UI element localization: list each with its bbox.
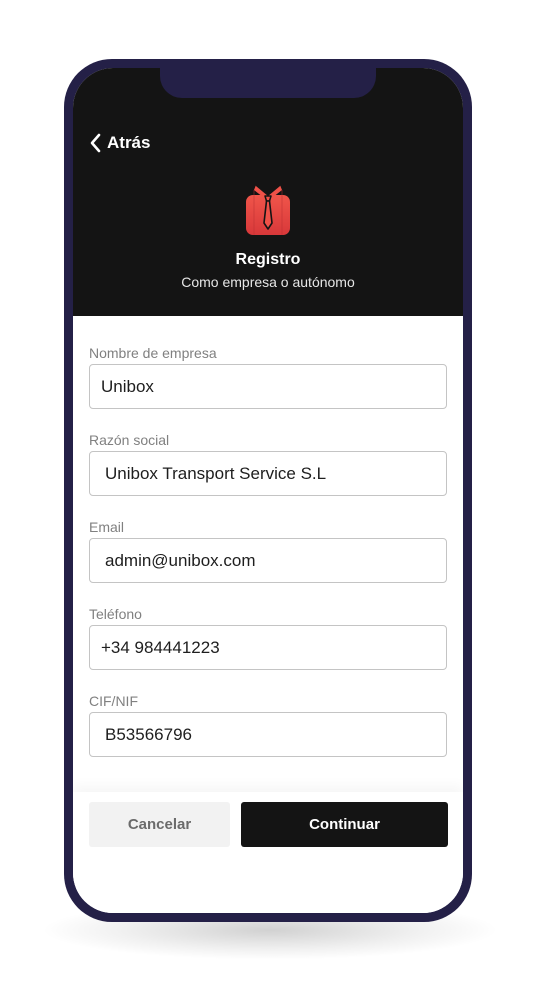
legal-name-label: Razón social bbox=[89, 432, 170, 448]
tax-id-field-group: CIF/NIF bbox=[89, 692, 447, 779]
phone-notch bbox=[160, 68, 376, 98]
email-input[interactable] bbox=[89, 538, 447, 583]
stage: Atrás Registro Como empresa o autónomo N… bbox=[0, 0, 540, 982]
phone-field-group: Teléfono bbox=[89, 605, 447, 692]
continue-button[interactable]: Continuar bbox=[241, 802, 448, 847]
company-name-input[interactable] bbox=[89, 364, 447, 409]
phone-input[interactable] bbox=[89, 625, 447, 670]
legal-name-field-group: Razón social bbox=[89, 431, 447, 518]
phone-label: Teléfono bbox=[89, 606, 142, 622]
phone-screen: Atrás Registro Como empresa o autónomo N… bbox=[73, 68, 463, 913]
email-label: Email bbox=[89, 519, 125, 535]
header: Atrás Registro Como empresa o autónomo bbox=[73, 68, 463, 316]
action-footer: Cancelar Continuar bbox=[73, 792, 463, 913]
email-field-group: Email bbox=[89, 518, 447, 605]
legal-name-input[interactable] bbox=[89, 451, 447, 496]
back-button[interactable]: Atrás bbox=[89, 133, 150, 153]
company-name-field-group: Nombre de empresa bbox=[89, 344, 447, 431]
cancel-button[interactable]: Cancelar bbox=[89, 802, 230, 847]
back-label: Atrás bbox=[107, 133, 151, 152]
company-name-label: Nombre de empresa bbox=[89, 345, 217, 361]
page-title: Registro bbox=[235, 251, 301, 268]
phone-frame: Atrás Registro Como empresa o autónomo N… bbox=[64, 59, 472, 922]
registration-form: Nombre de empresa Razón social Email Tel… bbox=[89, 344, 447, 779]
shirt-tie-icon bbox=[244, 183, 292, 237]
tax-id-input[interactable] bbox=[89, 712, 447, 757]
page-subtitle: Como empresa o autónomo bbox=[181, 274, 355, 290]
chevron-left-icon bbox=[89, 133, 101, 153]
tax-id-label: CIF/NIF bbox=[89, 693, 138, 709]
